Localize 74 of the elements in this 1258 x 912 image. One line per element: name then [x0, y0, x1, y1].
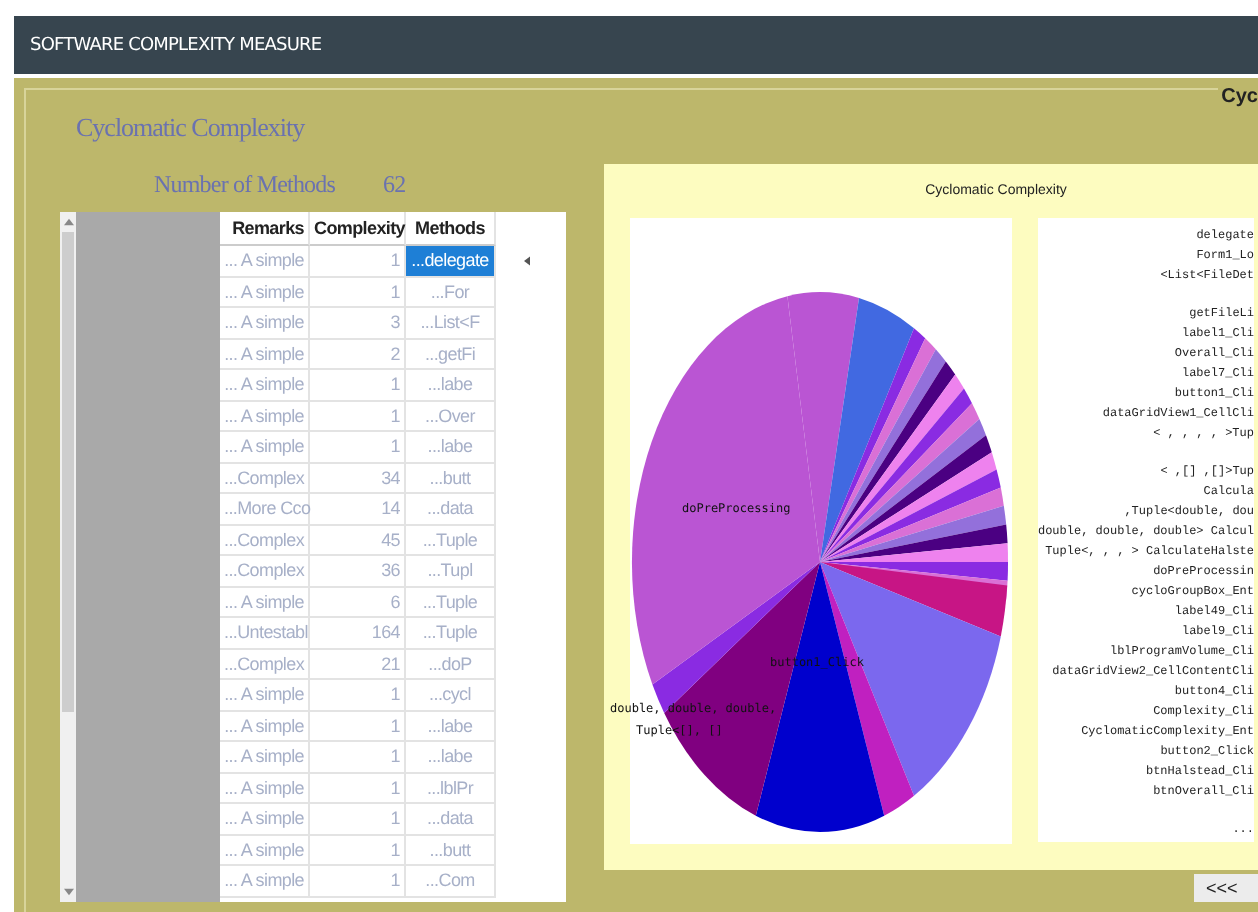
table-cell[interactable]: 3: [310, 308, 406, 339]
table-cell[interactable]: 14: [310, 494, 406, 525]
table-cell[interactable]: ...labe: [406, 711, 496, 742]
table-cell[interactable]: ... A simple: [220, 711, 310, 742]
table-cell[interactable]: 1: [310, 401, 406, 432]
scroll-thumb[interactable]: [62, 232, 74, 712]
table-cell[interactable]: ... A simple: [220, 432, 310, 463]
table-cell[interactable]: ...Complex: [220, 463, 310, 494]
table-cell[interactable]: ...data: [406, 804, 496, 835]
table-cell[interactable]: ...getFi: [406, 339, 496, 370]
table-cell[interactable]: ... A simple: [220, 401, 310, 432]
table-cell[interactable]: ...labe: [406, 432, 496, 463]
table-cell[interactable]: ...Complex: [220, 525, 310, 556]
table-cell[interactable]: ...Complex: [220, 556, 310, 587]
table-cell[interactable]: 1: [310, 711, 406, 742]
table-cell[interactable]: ...Untestabl: [220, 618, 310, 649]
table-cell[interactable]: ...cycl: [406, 680, 496, 711]
table-cell[interactable]: ...doP: [406, 649, 496, 680]
table-cell[interactable]: ... A simple: [220, 246, 310, 277]
column-header[interactable]: Remarks: [220, 212, 310, 246]
group-title: Cyc: [1217, 86, 1258, 108]
table-cell[interactable]: 1: [310, 370, 406, 401]
table-cell[interactable]: ...Tuple: [406, 525, 496, 556]
table-cell[interactable]: ...data: [406, 494, 496, 525]
table-cell[interactable]: ... A simple: [220, 773, 310, 804]
column-header[interactable]: Complexity: [310, 212, 406, 246]
table-cell[interactable]: ...lblPr: [406, 773, 496, 804]
table-cell[interactable]: ... A simple: [220, 370, 310, 401]
back-button[interactable]: <<<: [1194, 874, 1258, 902]
table-cell[interactable]: ...Com: [406, 866, 496, 897]
table-cell[interactable]: ... A simple: [220, 804, 310, 835]
table-cell[interactable]: 1: [310, 277, 406, 308]
table-cell[interactable]: 1: [310, 773, 406, 804]
table-cell[interactable]: ...delegate: [406, 246, 496, 277]
table-cell[interactable]: 1: [310, 680, 406, 711]
table-cell[interactable]: ...Complex: [220, 649, 310, 680]
table-cell[interactable]: ... A simple: [220, 339, 310, 370]
table-cell[interactable]: ... A simple: [220, 680, 310, 711]
table-cell[interactable]: ... A simple: [220, 587, 310, 618]
window-title: SOFTWARE COMPLEXITY MEASURE: [30, 35, 322, 55]
table-cell[interactable]: ... A simple: [220, 835, 310, 866]
table-cell[interactable]: 1: [310, 866, 406, 897]
table-cell[interactable]: ...labe: [406, 370, 496, 401]
table-cell[interactable]: 21: [310, 649, 406, 680]
table-cell[interactable]: 45: [310, 525, 406, 556]
table-cell[interactable]: 1: [310, 742, 406, 773]
table-cell[interactable]: ... A simple: [220, 742, 310, 773]
table-cell[interactable]: ...For: [406, 277, 496, 308]
method-count-label: Number of Methods: [154, 170, 336, 200]
table-cell[interactable]: ...List<F: [406, 308, 496, 339]
table-cell[interactable]: 34: [310, 463, 406, 494]
table-cell[interactable]: 1: [310, 432, 406, 463]
table-cell[interactable]: 1: [310, 835, 406, 866]
table-cell[interactable]: ...More Cco: [220, 494, 310, 525]
table-cell[interactable]: 6: [310, 587, 406, 618]
table-cell[interactable]: 1: [310, 804, 406, 835]
table-cell[interactable]: ...Tuple: [406, 618, 496, 649]
table-cell[interactable]: ...Over: [406, 401, 496, 432]
table-cell[interactable]: ...butt: [406, 463, 496, 494]
method-count-value: 62: [383, 170, 406, 200]
section-heading: Cyclomatic Complexity: [76, 112, 307, 144]
scroll-up-icon[interactable]: [63, 218, 73, 226]
table-cell[interactable]: ...Tuple: [406, 587, 496, 618]
scroll-down-icon[interactable]: [63, 888, 73, 896]
row-pointer-icon: [524, 256, 530, 267]
table-cell[interactable]: 36: [310, 556, 406, 587]
table-cell[interactable]: ... A simple: [220, 866, 310, 897]
table-cell[interactable]: ... A simple: [220, 308, 310, 339]
table-cell[interactable]: ...butt: [406, 835, 496, 866]
table-cell[interactable]: 2: [310, 339, 406, 370]
table-cell[interactable]: ...labe: [406, 742, 496, 773]
table-cell[interactable]: ... A simple: [220, 277, 310, 308]
table-cell[interactable]: 164: [310, 618, 406, 649]
table-cell[interactable]: ...Tupl: [406, 556, 496, 587]
